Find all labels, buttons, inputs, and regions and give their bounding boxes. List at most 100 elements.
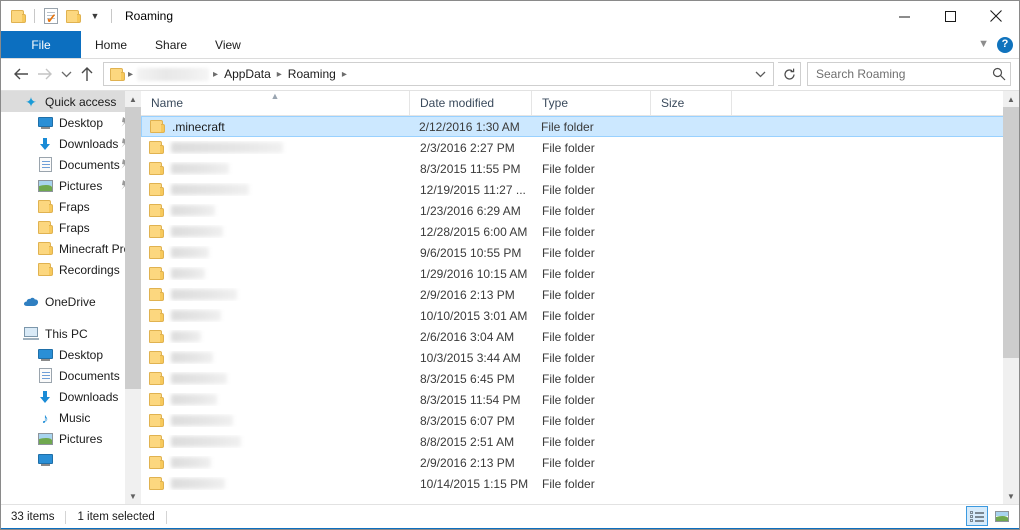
refresh-button[interactable] (778, 62, 801, 86)
cell-name (141, 372, 410, 385)
recent-locations-button[interactable] (57, 62, 75, 86)
breadcrumb-item-appdata[interactable]: AppData (219, 67, 276, 81)
sidebar-item-pc-music[interactable]: ♪ Music (1, 407, 141, 428)
table-row[interactable]: 8/3/2015 11:54 PMFile folder (141, 389, 1019, 410)
breadcrumb-folder-icon[interactable] (107, 68, 127, 81)
scroll-up-arrow-icon[interactable]: ▲ (1003, 91, 1019, 107)
large-icons-view-button[interactable] (991, 506, 1013, 526)
file-list-scroll-thumb[interactable] (1003, 107, 1019, 358)
new-folder-button[interactable] (62, 5, 84, 27)
details-view-button[interactable] (966, 506, 988, 526)
tab-file[interactable]: File (1, 31, 81, 58)
sidebar-item-downloads[interactable]: Downloads (1, 133, 141, 154)
sidebar-item-onedrive[interactable]: OneDrive (1, 291, 141, 312)
help-icon[interactable]: ? (997, 37, 1013, 53)
customize-qat-button[interactable]: ▼ (84, 5, 106, 27)
table-row[interactable]: 8/3/2015 6:45 PMFile folder (141, 368, 1019, 389)
sidebar-item-documents[interactable]: Documents (1, 154, 141, 175)
title-bar: ✓ ▼ Roaming (1, 1, 1019, 31)
breadcrumb-separator-icon-4[interactable]: ▸ (341, 69, 348, 80)
tab-home[interactable]: Home (81, 31, 141, 58)
breadcrumb-item-user-redacted[interactable] (137, 68, 209, 81)
table-row[interactable]: .minecraft2/12/2016 1:30 AMFile folder (141, 116, 1019, 137)
close-button[interactable] (973, 1, 1019, 31)
sidebar-item-this-pc[interactable]: This PC (1, 323, 141, 344)
sidebar-scrollbar[interactable]: ▲ ▼ (125, 91, 141, 504)
tab-share[interactable]: Share (141, 31, 201, 58)
file-list-scrollbar[interactable]: ▲ ▼ (1003, 91, 1019, 504)
file-name-redacted (171, 247, 209, 258)
up-button[interactable] (75, 62, 99, 86)
download-icon (37, 136, 53, 152)
sidebar-item-quick-access[interactable]: ✦ Quick access (1, 91, 141, 112)
cell-name (141, 141, 410, 154)
sidebar-item-label: OneDrive (45, 295, 96, 309)
column-header-name[interactable]: ▲ Name (141, 91, 410, 115)
table-row[interactable]: 9/6/2015 10:55 PMFile folder (141, 242, 1019, 263)
sidebar-item-pictures[interactable]: Pictures (1, 175, 141, 196)
file-name-redacted (171, 331, 201, 342)
breadcrumb-item-roaming[interactable]: Roaming (283, 67, 341, 81)
sidebar-item-pc-documents[interactable]: Documents (1, 365, 141, 386)
breadcrumb-separator-icon-3[interactable]: ▸ (276, 69, 283, 80)
forward-button[interactable] (33, 62, 57, 86)
search-icon[interactable] (992, 67, 1006, 81)
sidebar-item-pc-pictures[interactable]: Pictures (1, 428, 141, 449)
column-header-type[interactable]: Type (532, 91, 651, 115)
sidebar-item-label: Pictures (59, 432, 102, 446)
file-name-redacted (171, 478, 225, 489)
sidebar-item-minecraft-projects[interactable]: Minecraft Projec (1, 238, 141, 259)
sidebar-scroll-thumb[interactable] (125, 107, 141, 389)
sidebar-item-pc-partial[interactable] (1, 449, 141, 470)
column-header-size[interactable]: Size (651, 91, 732, 115)
folder-icon (11, 10, 26, 23)
file-list-scroll-track[interactable] (1003, 107, 1019, 488)
scroll-down-arrow-icon[interactable]: ▼ (1003, 488, 1019, 504)
previous-locations-button[interactable] (750, 63, 770, 85)
back-button[interactable] (9, 62, 33, 86)
minimize-button[interactable] (881, 1, 927, 31)
table-row[interactable]: 10/14/2015 1:15 PMFile folder (141, 473, 1019, 494)
table-row[interactable]: 10/3/2015 3:44 AMFile folder (141, 347, 1019, 368)
table-row[interactable]: 2/9/2016 2:13 PMFile folder (141, 284, 1019, 305)
breadcrumb-separator-icon-2[interactable]: ▸ (212, 69, 219, 80)
properties-button[interactable]: ✓ (40, 5, 62, 27)
scroll-down-arrow-icon[interactable]: ▼ (125, 488, 141, 504)
table-row[interactable]: 12/19/2015 11:27 ...File folder (141, 179, 1019, 200)
table-row[interactable]: 2/3/2016 2:27 PMFile folder (141, 137, 1019, 158)
system-menu-folder-icon[interactable] (7, 5, 29, 27)
table-row[interactable]: 2/9/2016 2:13 PMFile folder (141, 452, 1019, 473)
sidebar-scroll-track[interactable] (125, 107, 141, 488)
sidebar-item-recordings[interactable]: Recordings (1, 259, 141, 280)
search-box[interactable]: Search Roaming (807, 62, 1011, 86)
breadcrumb-separator-icon[interactable]: ▸ (127, 69, 134, 80)
document-icon (37, 368, 53, 384)
table-row[interactable]: 1/29/2016 10:15 AMFile folder (141, 263, 1019, 284)
details-view-icon (970, 511, 984, 522)
table-row[interactable]: 12/28/2015 6:00 AMFile folder (141, 221, 1019, 242)
cell-date: 8/3/2015 6:45 PM (410, 372, 532, 386)
table-row[interactable]: 1/23/2016 6:29 AMFile folder (141, 200, 1019, 221)
table-row[interactable]: 10/10/2015 3:01 AMFile folder (141, 305, 1019, 326)
search-input[interactable]: Search Roaming (816, 67, 992, 81)
sidebar-item-desktop[interactable]: Desktop (1, 112, 141, 133)
breadcrumb[interactable]: ▸ ▸ AppData ▸ Roaming ▸ (103, 62, 774, 86)
folder-icon (149, 351, 164, 364)
cell-type: File folder (532, 267, 651, 281)
folder-icon (37, 262, 53, 278)
sidebar-item-pc-desktop[interactable]: Desktop (1, 344, 141, 365)
sidebar-item-pc-downloads[interactable]: Downloads (1, 386, 141, 407)
toolbar-divider-2 (111, 9, 112, 23)
table-row[interactable]: 8/8/2015 2:51 AMFile folder (141, 431, 1019, 452)
sidebar-item-fraps-1[interactable]: Fraps (1, 196, 141, 217)
table-row[interactable]: 8/3/2015 11:55 PMFile folder (141, 158, 1019, 179)
cell-type: File folder (532, 288, 651, 302)
minimize-ribbon-chevron-icon[interactable]: ▼ (978, 39, 989, 50)
scroll-up-arrow-icon[interactable]: ▲ (125, 91, 141, 107)
column-header-date-modified[interactable]: Date modified (410, 91, 532, 115)
tab-view[interactable]: View (201, 31, 255, 58)
sidebar-item-fraps-2[interactable]: Fraps (1, 217, 141, 238)
table-row[interactable]: 8/3/2015 6:07 PMFile folder (141, 410, 1019, 431)
maximize-button[interactable] (927, 1, 973, 31)
table-row[interactable]: 2/6/2016 3:04 AMFile folder (141, 326, 1019, 347)
